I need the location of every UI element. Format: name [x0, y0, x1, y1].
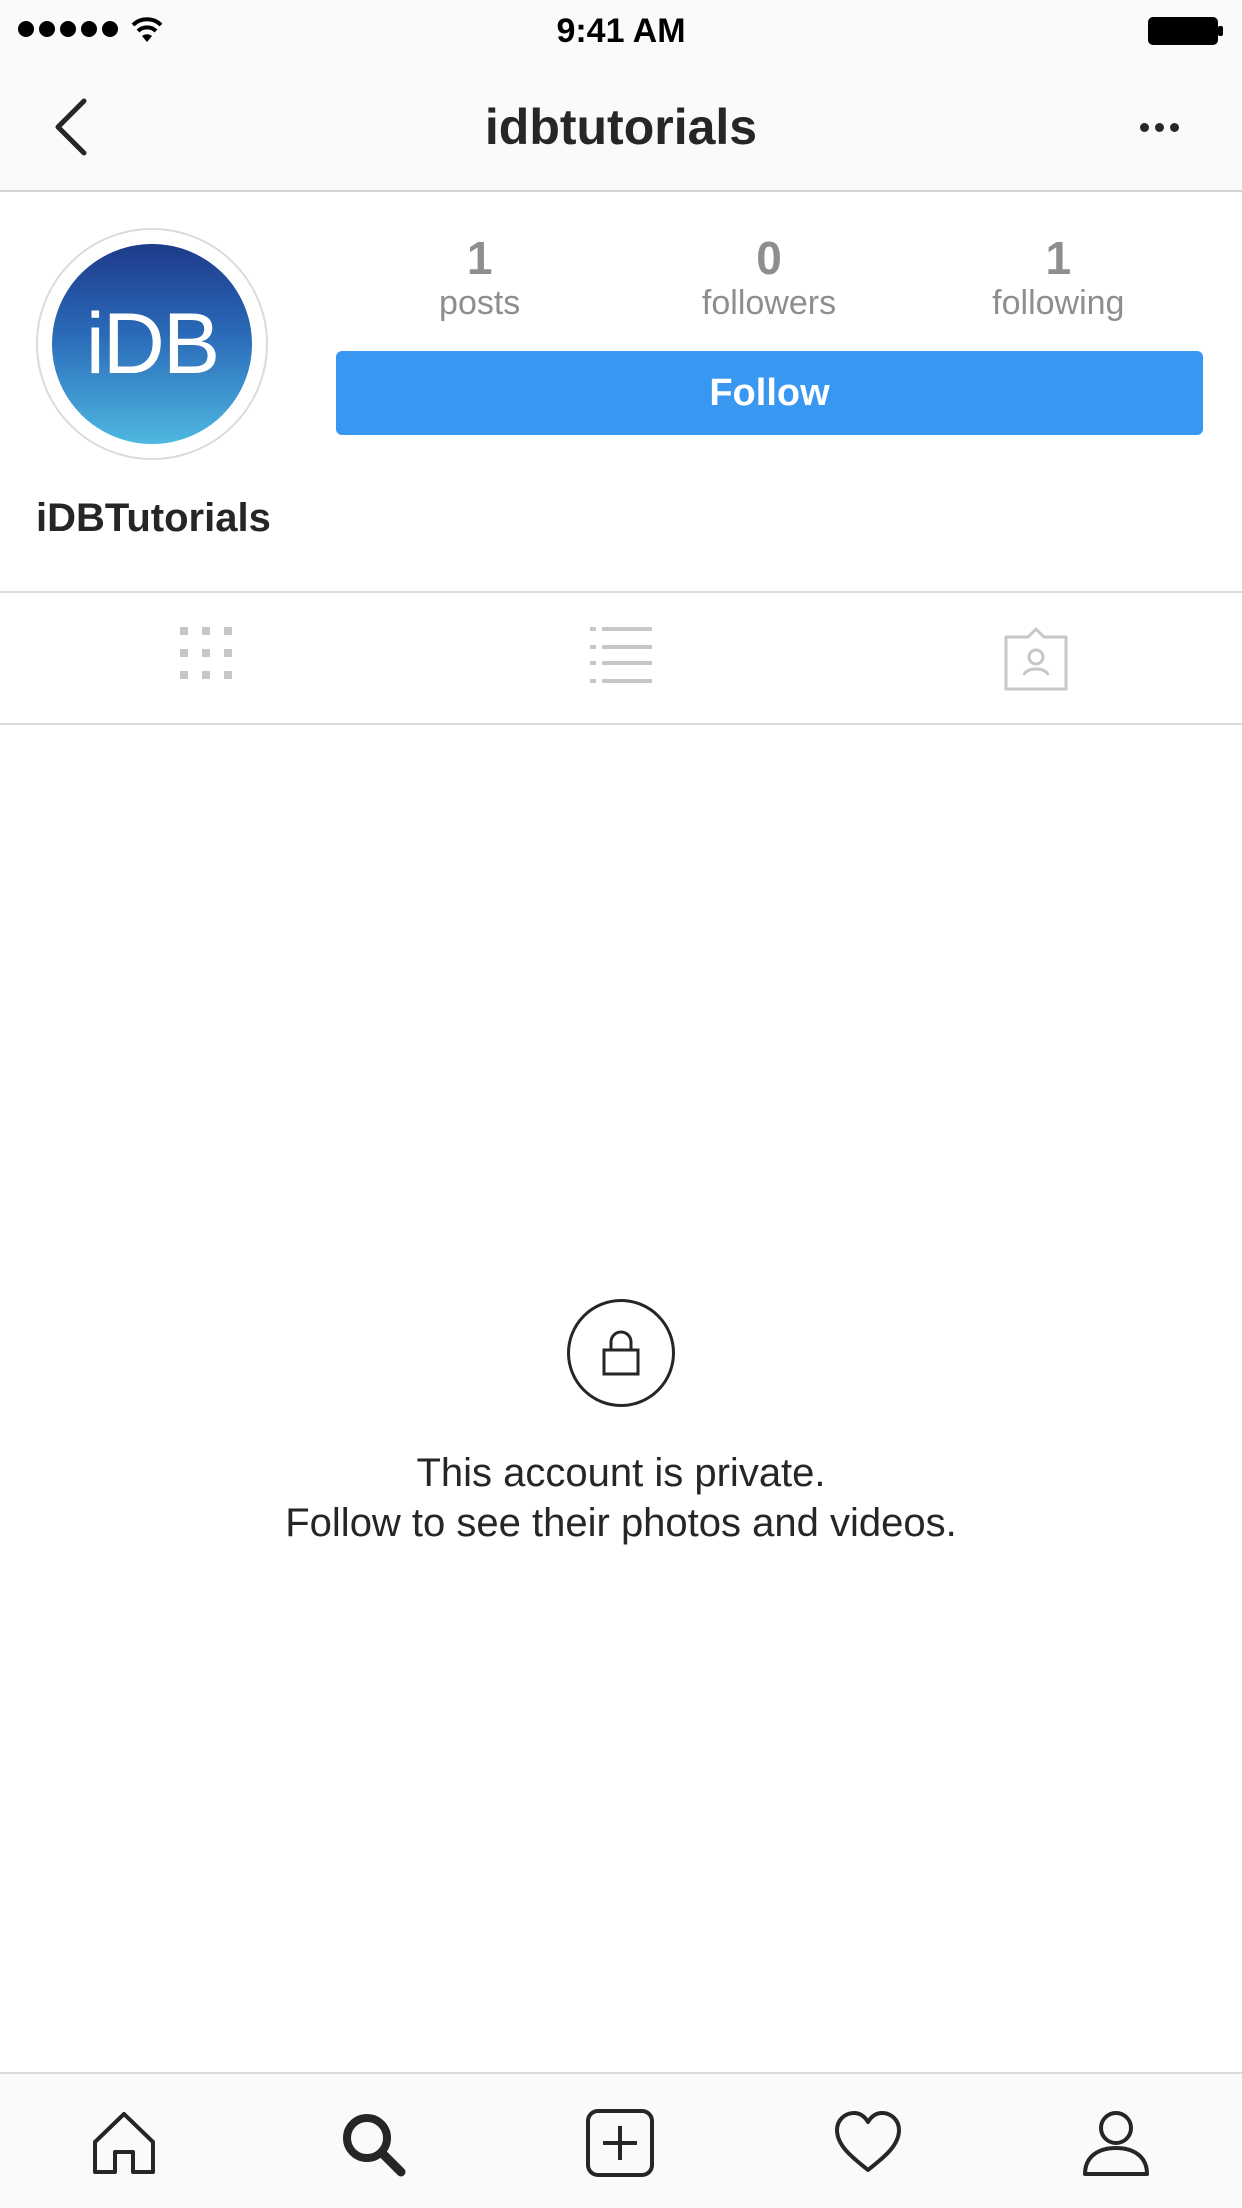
more-options-icon[interactable]	[1140, 112, 1184, 142]
page-title: idbtutorials	[484, 99, 758, 155]
profile-stats: 1 posts 0 followers 1 following	[335, 232, 1203, 332]
follow-button[interactable]: Follow	[336, 351, 1203, 435]
tagged-icon[interactable]	[1002, 627, 1070, 691]
status-time: 9:41 AM	[556, 12, 686, 50]
add-post-icon[interactable]	[585, 2108, 655, 2178]
battery-icon	[1148, 17, 1223, 45]
profile-content-tabs	[0, 591, 1242, 725]
list-icon[interactable]	[590, 627, 652, 683]
stat-value: 1	[1045, 232, 1072, 284]
heart-icon[interactable]	[833, 2108, 903, 2178]
stat-posts[interactable]: 1 posts	[335, 232, 624, 332]
home-icon[interactable]	[89, 2108, 159, 2178]
profile-icon[interactable]	[1081, 2108, 1151, 2178]
avatar-logo-text: iDB	[85, 295, 221, 392]
private-account-title: This account is private.	[416, 1451, 826, 1495]
avatar[interactable]: iDB	[36, 228, 268, 460]
navigation-bar: idbtutorials	[0, 62, 1242, 192]
private-account-message: Follow to see their photos and videos.	[285, 1501, 957, 1545]
stat-following[interactable]: 1 following	[914, 232, 1203, 332]
stat-label: following	[992, 284, 1125, 322]
display-name: iDBTutorials	[36, 496, 271, 540]
stat-followers[interactable]: 0 followers	[624, 232, 913, 332]
grid-icon[interactable]	[180, 627, 232, 679]
search-icon[interactable]	[337, 2108, 407, 2178]
stat-label: posts	[439, 284, 521, 322]
stat-label: followers	[701, 284, 837, 322]
stat-value: 1	[466, 232, 493, 284]
avatar-image: iDB	[52, 244, 252, 444]
bottom-tab-bar	[0, 2072, 1242, 2208]
status-bar: 9:41 AM	[0, 0, 1242, 62]
stat-value: 0	[756, 232, 782, 284]
lock-icon	[567, 1299, 675, 1407]
